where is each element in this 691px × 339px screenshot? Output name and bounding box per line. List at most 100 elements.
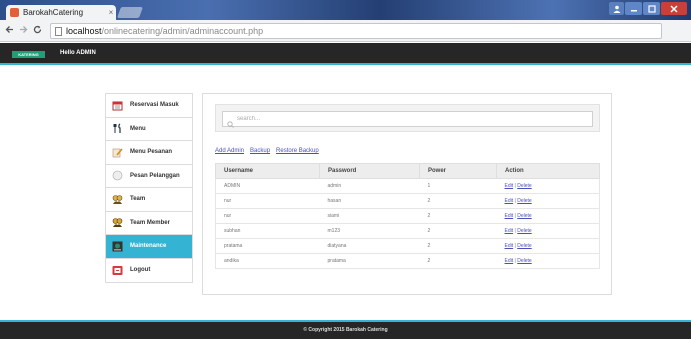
team-icon <box>111 193 123 205</box>
cell-power: 2 <box>419 223 497 239</box>
table-row: nur siami 2 Edit | Delete <box>215 208 600 224</box>
url-field[interactable]: localhost/onlinecatering/admin/adminacco… <box>50 23 662 39</box>
cell-password: m123 <box>319 223 420 239</box>
backup-link[interactable]: Backup <box>250 148 270 154</box>
sidebar-item-logout[interactable]: Logout <box>106 259 192 283</box>
table-row: andika pratama 2 Edit | Delete <box>215 253 600 269</box>
action-separator: | <box>514 213 516 219</box>
cell-username: pratama <box>215 238 320 254</box>
url-path: /onlinecatering/admin/adminaccount.php <box>101 26 264 36</box>
sidebar-item-reservasi-masuk[interactable]: Reservasi Masuk <box>106 94 192 118</box>
sidebar-item-pesan-pelanggan[interactable]: Pesan Pelanggan <box>106 165 192 188</box>
column-header-username: Username <box>215 163 320 179</box>
admin-actions: Add Admin Backup Restore Backup <box>215 148 319 154</box>
sidebar-item-team-member[interactable]: Team Member <box>106 212 192 235</box>
new-tab-button[interactable] <box>116 7 144 18</box>
user-profile-icon[interactable] <box>609 2 624 15</box>
site-header: KATERING Hello ADMIN <box>0 43 691 65</box>
delete-link[interactable]: Delete <box>517 198 531 204</box>
address-bar: localhost/onlinecatering/admin/adminacco… <box>0 20 691 58</box>
browser-tab-strip: BarokahCatering × <box>0 0 691 20</box>
delete-link[interactable]: Delete <box>517 228 531 234</box>
browser-tab[interactable]: BarokahCatering × <box>6 5 116 20</box>
delete-link[interactable]: Delete <box>517 243 531 249</box>
sidebar-item-label: Reservasi Masuk <box>130 102 179 109</box>
cell-password: diatyana <box>319 238 420 254</box>
edit-link[interactable]: Edit <box>505 183 514 189</box>
chat-bubble-icon <box>111 170 123 182</box>
cell-password: siami <box>319 208 420 224</box>
edit-link[interactable]: Edit <box>505 228 514 234</box>
action-separator: | <box>514 183 516 189</box>
table-row: subhan m123 2 Edit | Delete <box>215 223 600 239</box>
sidebar-item-label: Logout <box>130 267 151 274</box>
cell-power: 2 <box>419 253 497 269</box>
cell-password: hasan <box>319 193 420 209</box>
cell-username: nur <box>215 208 320 224</box>
sidebar-item-menu[interactable]: Menu <box>106 118 192 141</box>
edit-link[interactable]: Edit <box>505 258 514 264</box>
minimize-icon[interactable] <box>625 2 642 15</box>
add-admin-link[interactable]: Add Admin <box>215 148 244 154</box>
cell-username: subhan <box>215 223 320 239</box>
sidebar-item-label: Team Member <box>130 219 170 226</box>
fork-knife-icon <box>111 123 123 135</box>
tab-close-icon[interactable]: × <box>106 8 116 17</box>
cell-action: Edit | Delete <box>496 178 600 194</box>
note-pencil-icon <box>111 146 123 158</box>
team-member-icon <box>111 217 123 229</box>
page-icon <box>55 26 62 36</box>
cell-password: pratama <box>319 253 420 269</box>
cell-power: 2 <box>419 238 497 254</box>
sidebar-item-label: Team <box>130 196 146 203</box>
sidebar-item-label: Pesan Pelanggan <box>130 172 180 179</box>
close-window-icon[interactable] <box>661 2 687 15</box>
forward-arrow-icon[interactable] <box>16 25 30 37</box>
restore-backup-link[interactable]: Restore Backup <box>276 148 319 154</box>
action-separator: | <box>514 258 516 264</box>
action-separator: | <box>514 243 516 249</box>
cell-username: ADMIN <box>215 178 320 194</box>
search-input[interactable] <box>222 111 593 127</box>
logout-icon <box>111 264 123 276</box>
search-bar <box>215 104 600 132</box>
action-separator: | <box>514 228 516 234</box>
sidebar-item-label: Maintenance <box>130 243 167 250</box>
delete-link[interactable]: Delete <box>517 183 531 189</box>
reload-icon[interactable] <box>30 25 44 37</box>
delete-link[interactable]: Delete <box>517 258 531 264</box>
site-footer: © Copyright 2015 Barokah Catering <box>0 320 691 339</box>
cell-action: Edit | Delete <box>496 238 600 254</box>
back-arrow-icon[interactable] <box>2 25 16 37</box>
admin-account-table: Username Password Power Action ADMIN adm… <box>215 163 600 269</box>
calendar-icon <box>111 99 123 111</box>
url-host: localhost <box>66 26 102 36</box>
edit-link[interactable]: Edit <box>505 243 514 249</box>
table-row: ADMIN admin 1 Edit | Delete <box>215 178 600 194</box>
action-separator: | <box>514 198 516 204</box>
window-controls <box>609 2 687 15</box>
column-header-action: Action <box>496 163 600 179</box>
cell-username: nur <box>215 193 320 209</box>
sidebar-item-team[interactable]: Team <box>106 188 192 212</box>
cell-action: Edit | Delete <box>496 208 600 224</box>
edit-link[interactable]: Edit <box>505 198 514 204</box>
sidebar-item-maintenance[interactable]: Maintenance <box>106 235 192 259</box>
cell-password: admin <box>319 178 420 194</box>
brand-badge[interactable]: KATERING <box>12 51 45 58</box>
sidebar-item-menu-pesanan[interactable]: Menu Pesanan <box>106 141 192 165</box>
search-icon <box>227 121 234 128</box>
sidebar-nav: Reservasi Masuk Menu Menu Pesanan Pesan … <box>105 93 193 283</box>
column-header-power: Power <box>419 163 497 179</box>
delete-link[interactable]: Delete <box>517 213 531 219</box>
edit-link[interactable]: Edit <box>505 213 514 219</box>
table-row: nur hasan 2 Edit | Delete <box>215 193 600 209</box>
favicon-icon <box>10 8 19 17</box>
table-header-row: Username Password Power Action <box>215 163 600 179</box>
sidebar-item-label: Menu Pesanan <box>130 149 173 156</box>
maximize-icon[interactable] <box>643 2 660 15</box>
cell-action: Edit | Delete <box>496 253 600 269</box>
table-row: pratama diatyana 2 Edit | Delete <box>215 238 600 254</box>
cell-username: andika <box>215 253 320 269</box>
cell-power: 1 <box>419 178 497 194</box>
